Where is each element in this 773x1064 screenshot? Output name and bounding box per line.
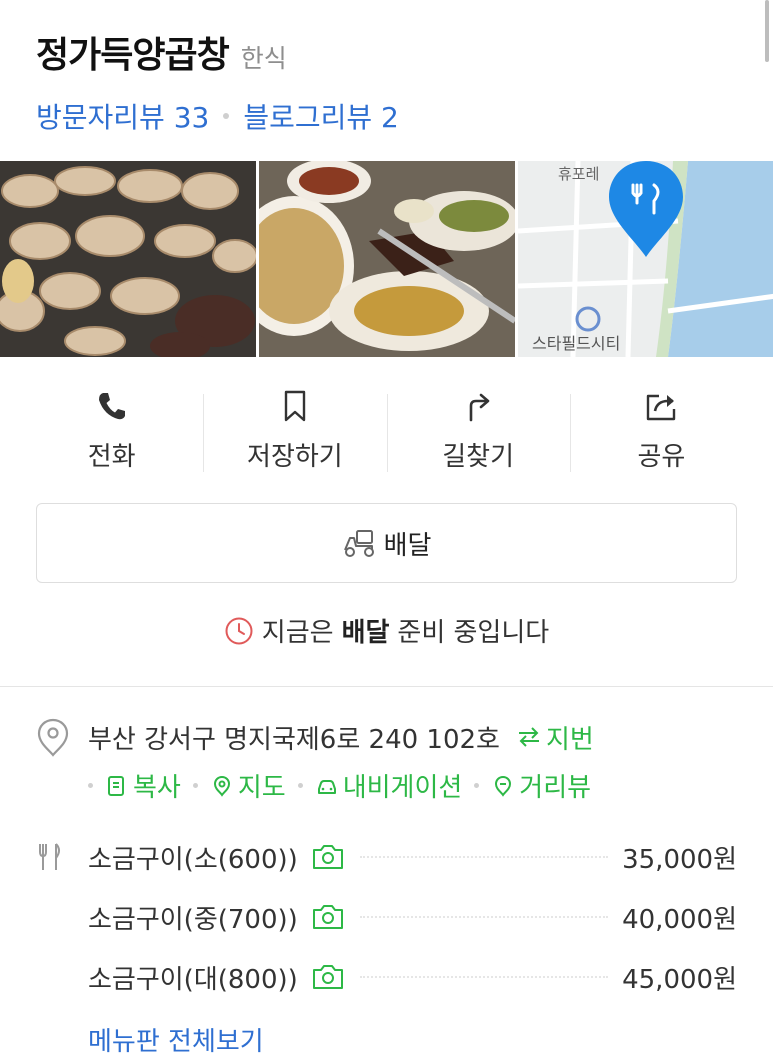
jibun-toggle[interactable]: 지번 <box>516 719 594 756</box>
bookmark-icon <box>284 390 306 422</box>
menu-item-name: 소금구이(소(600)) <box>88 844 298 875</box>
map-label: 지도 <box>237 773 286 803</box>
street-view-icon <box>495 775 512 797</box>
separator-dot <box>192 783 198 788</box>
blog-review-link[interactable]: 블로그리뷰 2 <box>243 96 399 136</box>
directions-label: 길찾기 <box>442 442 514 472</box>
scrollbar[interactable] <box>765 0 769 62</box>
separator-dot <box>297 783 303 788</box>
delivery-scooter-icon <box>343 530 374 557</box>
location-pin-icon <box>37 718 69 757</box>
delivery-button[interactable]: 배달 <box>36 503 737 583</box>
clock-icon <box>225 617 253 644</box>
notice-pre: 지금은 <box>261 618 334 648</box>
notice-bold: 배달 <box>341 618 390 648</box>
navigation-link[interactable]: 내비게이션 <box>315 767 463 804</box>
address-actions: 복사 지도 내비게이션 거리뷰 <box>88 767 737 804</box>
food-photo-grilled-tripe[interactable] <box>0 161 256 357</box>
address-section: 부산 강서구 명지국제6로 240 102호 지번 복사 지도 내비게이션 거리… <box>36 717 737 804</box>
copy-address-link[interactable]: 복사 <box>105 767 181 804</box>
delivery-status-notice: 지금은 배달 준비 중입니다 <box>0 612 773 649</box>
share-icon <box>647 394 676 421</box>
swap-icon <box>518 727 539 747</box>
menu-item-name: 소금구이(대(800)) <box>88 964 298 995</box>
place-title: 정가득양곱창 <box>36 35 230 76</box>
map-link[interactable]: 지도 <box>210 767 286 804</box>
photo-strip: 휴포레 스타필드시티 <box>0 161 773 357</box>
place-category: 한식 <box>240 44 287 73</box>
map-pin-small-icon <box>213 775 230 797</box>
dotted-leader <box>359 976 609 978</box>
menu-item-price: 45,000원 <box>622 964 737 995</box>
section-divider <box>0 686 773 687</box>
map-label-top: 휴포레 <box>558 165 599 183</box>
dotted-leader <box>359 916 609 918</box>
separator-dot <box>88 783 93 788</box>
notice-post: 준비 중입니다 <box>397 618 550 648</box>
directions-icon <box>469 393 490 422</box>
copy-label: 복사 <box>133 773 181 803</box>
map-label-bottom: 스타필드시티 <box>532 334 620 353</box>
menu-item[interactable]: 소금구이(중(700)) 40,000원 <box>36 887 737 947</box>
action-bar: 전화 저장하기 길찾기 공유 <box>20 388 753 478</box>
share-button[interactable]: 공유 <box>569 388 753 478</box>
car-icon <box>317 779 336 794</box>
fork-knife-icon <box>39 843 60 870</box>
food-photo-side-dishes[interactable] <box>259 161 515 357</box>
menu-section: 소금구이(소(600)) 35,000원 소금구이(중(700)) 40,000… <box>36 827 737 1058</box>
share-label: 공유 <box>637 442 686 472</box>
separator-dot <box>223 113 230 119</box>
place-header: 정가득양곱창 한식 방문자리뷰 33 블로그리뷰 2 <box>36 26 737 136</box>
address-text: 부산 강서구 명지국제6로 240 102호 <box>88 724 500 755</box>
view-full-menu-link[interactable]: 메뉴판 전체보기 <box>88 1021 264 1058</box>
menu-item-price: 35,000원 <box>622 844 737 875</box>
menu-item-price: 40,000원 <box>622 904 737 935</box>
call-button[interactable]: 전화 <box>20 388 203 478</box>
street-view-link[interactable]: 거리뷰 <box>491 767 591 804</box>
delivery-button-label: 배달 <box>383 530 432 561</box>
jibun-label: 지번 <box>545 724 594 755</box>
street-view-label: 거리뷰 <box>519 773 592 803</box>
call-label: 전화 <box>87 442 136 472</box>
save-label: 저장하기 <box>247 442 343 472</box>
visitor-review-link[interactable]: 방문자리뷰 33 <box>36 96 209 136</box>
save-button[interactable]: 저장하기 <box>203 388 386 478</box>
dotted-leader <box>359 856 609 858</box>
copy-icon <box>108 775 124 796</box>
phone-icon <box>98 393 125 420</box>
menu-item[interactable]: 소금구이(대(800)) 45,000원 <box>36 947 737 1007</box>
separator-dot <box>474 783 480 788</box>
camera-icon[interactable] <box>310 902 346 932</box>
menu-item[interactable]: 소금구이(소(600)) 35,000원 <box>36 827 737 887</box>
directions-button[interactable]: 길찾기 <box>386 388 570 478</box>
menu-item-name: 소금구이(중(700)) <box>88 904 298 935</box>
navigation-label: 내비게이션 <box>342 773 463 803</box>
map-thumbnail[interactable]: 휴포레 스타필드시티 <box>518 161 773 357</box>
camera-icon[interactable] <box>310 842 346 872</box>
camera-icon[interactable] <box>310 962 346 992</box>
